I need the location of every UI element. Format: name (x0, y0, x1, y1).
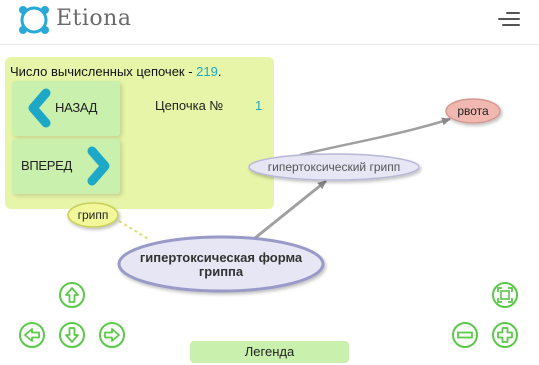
arrow-down-icon[interactable] (58, 321, 86, 349)
edge-flu-to-form (113, 217, 151, 241)
node-main-label: гипертоксический грипп (268, 160, 400, 174)
molecule-logo-icon (19, 6, 49, 34)
node-flu-label: грипп (78, 208, 109, 222)
arrow-up-icon[interactable] (58, 281, 86, 309)
legend-button[interactable]: Легенда (190, 341, 349, 363)
node-form-label-line2: гриппа (199, 264, 244, 279)
chain-graph: гипертоксический грипп рвота грипп гипер… (67, 98, 501, 293)
graph-canvas[interactable]: Число вычисленных цепочек - 219. НАЗАД В… (0, 44, 539, 365)
hamburger-menu-icon[interactable] (498, 10, 520, 28)
fit-screen-icon[interactable] (491, 281, 519, 309)
zoom-out-icon[interactable] (451, 321, 479, 349)
arrow-left-icon[interactable] (18, 321, 46, 349)
node-vomit-label: рвота (457, 104, 489, 118)
node-form-label-line1: гипертоксическая форма (140, 250, 303, 265)
arrow-right-icon[interactable] (98, 321, 126, 349)
edge-form-to-main (254, 179, 327, 240)
zoom-in-icon[interactable] (491, 321, 519, 349)
app-header: Etiona (0, 0, 539, 44)
app-name: Etiona (56, 6, 132, 31)
edge-main-to-vomit (299, 117, 451, 157)
